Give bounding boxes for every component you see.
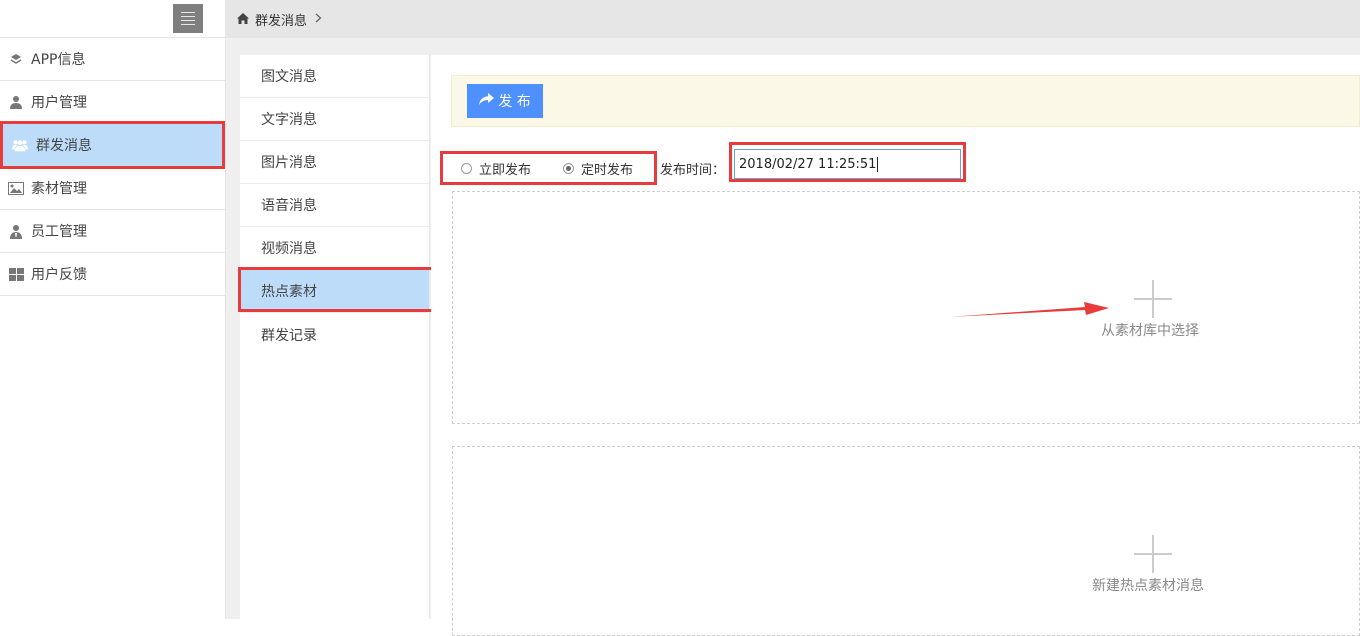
select-from-library-zone[interactable]: 从素材库中选择 — [452, 191, 1360, 424]
publish-button[interactable]: 发 布 — [467, 84, 543, 118]
users-group-icon — [12, 137, 28, 153]
tab-label: 图文消息 — [261, 69, 317, 85]
tab-image-message[interactable]: 图片消息 — [240, 141, 429, 184]
breadcrumb: 群发消息 — [226, 0, 1360, 38]
share-arrow-icon — [479, 93, 495, 109]
annotation-arrow — [949, 302, 1109, 317]
tab-video-message[interactable]: 视频消息 — [240, 227, 429, 270]
select-from-library-label: 从素材库中选择 — [1101, 323, 1199, 339]
publish-mode-group: 立即发布 定时发布 — [461, 159, 633, 178]
plus-icon — [1134, 280, 1172, 318]
scheduled-publish-radio[interactable] — [563, 163, 575, 174]
immediate-publish-radio[interactable] — [461, 163, 472, 174]
tab-voice-message[interactable]: 语音消息 — [240, 184, 429, 227]
toolbar: 发 布 — [451, 75, 1360, 127]
home-icon[interactable] — [237, 13, 249, 25]
new-hot-material-label: 新建热点素材消息 — [1092, 578, 1204, 594]
sidebar-item-label: 素材管理 — [31, 181, 87, 197]
sidebar-item-staff-management[interactable]: 员工管理 — [0, 210, 225, 253]
tab-text-message[interactable]: 文字消息 — [240, 98, 429, 141]
immediate-publish-label: 立即发布 — [479, 163, 532, 178]
chevron-right-icon — [315, 12, 322, 26]
sidebar-item-label: 用户反馈 — [31, 267, 87, 283]
sidebar-header — [0, 0, 225, 38]
tab-label: 语音消息 — [261, 198, 317, 214]
sidebar-item-mass-message[interactable]: 群发消息 — [0, 124, 225, 167]
sidebar-item-app-info[interactable]: APP信息 — [0, 38, 225, 81]
sidebar: APP信息 用户管理 群发消息 素材管理 员工管理 用户反馈 — [0, 0, 226, 619]
sidebar-item-material-management[interactable]: 素材管理 — [0, 167, 225, 210]
layers-icon — [8, 51, 24, 67]
tab-label: 文字消息 — [261, 112, 317, 128]
image-icon — [8, 180, 24, 196]
tab-label: 热点素材 — [261, 284, 317, 300]
plus-icon — [1134, 535, 1172, 573]
tab-image-text-message[interactable]: 图文消息 — [240, 55, 429, 98]
tab-label: 视频消息 — [261, 241, 317, 257]
publish-button-label: 发 布 — [498, 94, 531, 110]
publish-time-value: 2018/02/27 11:25:51 — [739, 156, 877, 172]
sidebar-item-label: 员工管理 — [31, 224, 87, 240]
user-icon — [8, 94, 24, 110]
scheduled-publish-label: 定时发布 — [581, 163, 634, 178]
tab-label: 图片消息 — [261, 155, 317, 171]
main-panel: 发 布 立即发布 定时发布 发布时间： 2018/02/27 11:25:51 … — [431, 55, 1360, 636]
menu-toggle-button[interactable] — [173, 4, 203, 33]
message-type-nav: 图文消息 文字消息 图片消息 语音消息 视频消息 热点素材 群发记录 — [240, 55, 430, 619]
tab-mass-send-record[interactable]: 群发记录 — [240, 313, 429, 356]
publish-time-input[interactable]: 2018/02/27 11:25:51 — [734, 149, 961, 179]
text-caret — [877, 156, 879, 172]
immediate-publish-option[interactable]: 立即发布 — [461, 159, 531, 178]
sidebar-item-label: 用户管理 — [31, 95, 87, 111]
sidebar-item-user-management[interactable]: 用户管理 — [0, 81, 225, 124]
sidebar-item-label: 群发消息 — [36, 138, 92, 154]
scheduled-publish-option[interactable]: 定时发布 — [563, 159, 633, 178]
tab-label: 群发记录 — [261, 327, 317, 344]
sidebar-item-label: APP信息 — [31, 52, 86, 68]
breadcrumb-current: 群发消息 — [255, 13, 308, 29]
grid-icon — [8, 266, 24, 282]
new-hot-material-zone[interactable]: 新建热点素材消息 — [452, 446, 1360, 636]
sidebar-item-user-feedback[interactable]: 用户反馈 — [0, 253, 225, 296]
tab-hot-material[interactable]: 热点素材 — [240, 270, 429, 313]
publish-time-label: 发布时间： — [660, 163, 726, 178]
staff-icon — [8, 223, 24, 239]
